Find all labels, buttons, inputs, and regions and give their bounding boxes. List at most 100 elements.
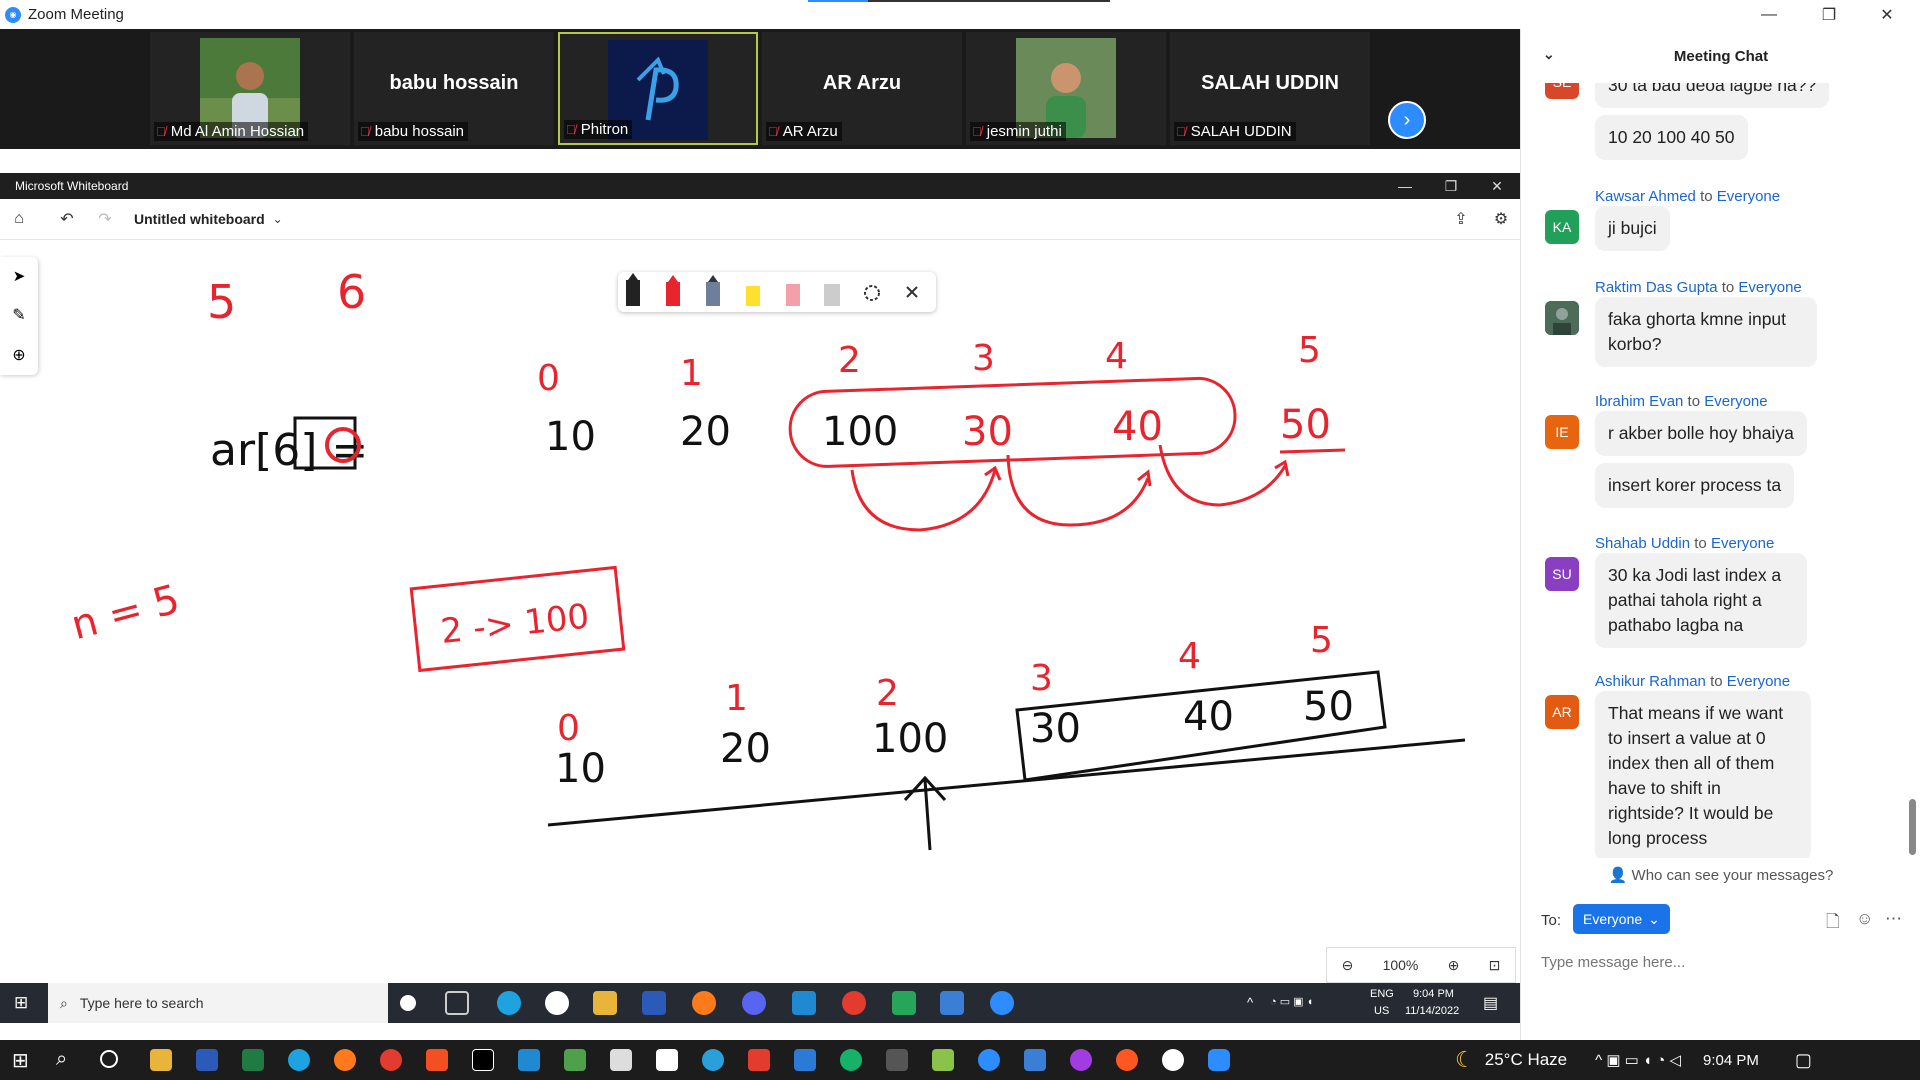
vscode-icon[interactable] — [792, 991, 816, 1015]
excel-icon[interactable] — [242, 1049, 264, 1071]
fit-screen-icon[interactable]: ⊡ — [1489, 957, 1501, 974]
sender-name[interactable]: Ashikur Rahman — [1595, 673, 1706, 690]
sender-name[interactable]: Ibrahim Evan — [1595, 393, 1683, 410]
firefox-icon[interactable] — [692, 991, 716, 1015]
windows-start-icon[interactable]: ⊞ — [12, 1048, 29, 1073]
nodejs-icon[interactable] — [564, 1049, 586, 1071]
task-view-icon[interactable] — [445, 991, 469, 1015]
undo-icon[interactable]: ↶ — [48, 200, 86, 238]
app-icon[interactable] — [892, 991, 916, 1015]
gear-icon[interactable]: ⚙ — [1482, 200, 1520, 238]
home-icon[interactable]: ⌂ — [0, 200, 38, 238]
minimize-button[interactable]: — — [1746, 0, 1792, 29]
red-pen-icon[interactable] — [666, 275, 680, 306]
collapse-chevron-icon[interactable]: ⌄ — [1543, 46, 1555, 63]
clock-date[interactable]: 11/14/2022 — [1405, 1005, 1459, 1017]
zoom-out-icon[interactable]: ⊖ — [1342, 957, 1354, 974]
participant-tile[interactable]: SALAH UDDIN 🎙̸ SALAH UDDIN — [1170, 32, 1370, 145]
notification-icon[interactable]: ▤ — [1483, 993, 1498, 1013]
chrome-icon[interactable] — [380, 1049, 402, 1071]
sender-name[interactable]: Shahab Uddin — [1595, 535, 1690, 552]
clock-time[interactable]: 9:04 PM — [1413, 988, 1454, 1000]
pen-icon[interactable]: ✎ — [12, 305, 25, 325]
app-icon[interactable] — [978, 1049, 1000, 1071]
firefox-icon[interactable] — [334, 1049, 356, 1071]
participant-tile[interactable]: 🎙̸ jesmin juthi — [966, 32, 1166, 145]
region-indicator[interactable]: US — [1374, 1005, 1389, 1017]
recipient-select[interactable]: Everyone ⌄ — [1573, 904, 1670, 934]
black-pen-icon[interactable] — [626, 273, 640, 306]
sender-name[interactable]: Raktim Das Gupta — [1595, 279, 1718, 296]
notification-icon[interactable]: ▢ — [1795, 1050, 1812, 1071]
ruler-icon[interactable] — [824, 284, 840, 306]
telegram-icon[interactable] — [702, 1049, 724, 1071]
edge-icon[interactable] — [288, 1049, 310, 1071]
wb-restore-button[interactable]: ❐ — [1428, 173, 1474, 199]
participant-tile-active-speaker[interactable]: 🎙̸ Phitron — [558, 32, 758, 145]
visibility-note[interactable]: 👤 Who can see your messages? — [1521, 866, 1920, 884]
app-icon[interactable] — [426, 1049, 448, 1071]
chat-scrollbar[interactable] — [1909, 799, 1916, 855]
notion-icon[interactable] — [656, 1049, 678, 1071]
file-icon[interactable]: 🗋 — [1826, 909, 1840, 938]
weather-text[interactable]: 25°C Haze — [1485, 1050, 1567, 1070]
git-icon[interactable] — [610, 1049, 632, 1071]
wb-minimize-button[interactable]: — — [1382, 173, 1428, 199]
windows-start-icon[interactable]: ⊞ — [14, 993, 28, 1013]
chevron-down-icon[interactable]: ⌄ — [273, 212, 283, 226]
app-icon[interactable] — [932, 1049, 954, 1071]
blue-pen-icon[interactable] — [706, 275, 720, 306]
zoom-icon[interactable] — [1208, 1049, 1230, 1071]
participant-tile[interactable]: babu hossain 🎙̸ babu hossain — [354, 32, 554, 145]
tray-chevron-icon[interactable]: ^ — [1247, 995, 1253, 1010]
sender-name[interactable]: Kawsar Ahmed — [1595, 188, 1696, 205]
language-indicator[interactable]: ENG — [1370, 988, 1394, 1000]
participant-tile[interactable]: AR Arzu 🎙̸ AR Arzu — [762, 32, 962, 145]
redo-icon[interactable]: ↷ — [86, 200, 124, 238]
whiteboard-doc-title[interactable]: Untitled whiteboard — [134, 211, 265, 227]
wb-close-button[interactable]: ✕ — [1474, 173, 1520, 199]
word-icon[interactable] — [196, 1049, 218, 1071]
app-icon[interactable] — [545, 991, 569, 1015]
whiteboard-icon[interactable] — [940, 991, 964, 1015]
zoom-icon[interactable] — [990, 991, 1014, 1015]
chat-message-list[interactable]: SE 30 ta bad deoa lagbe na?? 10 20 100 4… — [1521, 83, 1920, 858]
highlighter-icon[interactable] — [746, 286, 760, 306]
cortana-icon[interactable] — [400, 995, 416, 1011]
vscode-icon[interactable] — [518, 1049, 540, 1071]
more-icon[interactable]: ⋯ — [1885, 909, 1902, 929]
share-icon[interactable]: ⇪ — [1442, 200, 1480, 238]
app-icon[interactable] — [1162, 1049, 1184, 1071]
messenger-icon[interactable] — [1070, 1049, 1092, 1071]
file-explorer-icon[interactable] — [593, 991, 617, 1015]
message-input[interactable] — [1541, 948, 1901, 976]
chrome-icon[interactable] — [842, 991, 866, 1015]
app-icon[interactable] — [748, 1049, 770, 1071]
word-icon[interactable] — [642, 991, 666, 1015]
close-icon[interactable] — [906, 286, 918, 298]
close-button[interactable]: ✕ — [1864, 0, 1910, 29]
pycharm-icon[interactable] — [472, 1049, 494, 1071]
app-icon[interactable] — [1116, 1049, 1138, 1071]
eraser-icon[interactable] — [786, 284, 800, 306]
edge-icon[interactable] — [497, 991, 521, 1015]
add-circle-icon[interactable]: ⊕ — [12, 345, 25, 365]
grammarly-icon[interactable] — [840, 1049, 862, 1071]
emoji-icon[interactable]: ☺ — [1856, 909, 1873, 929]
next-page-button[interactable]: › — [1388, 101, 1426, 139]
discord-icon[interactable] — [742, 991, 766, 1015]
participant-tile[interactable]: 🎙̸ Md Al Amin Hossian — [150, 32, 350, 145]
select-cursor-icon[interactable]: ➤ — [13, 267, 26, 285]
maps-icon[interactable] — [1024, 1049, 1046, 1071]
whiteboard-canvas[interactable]: 5 6 0 1 2 3 4 5 ar[6] = 10 20 100 30 40 … — [0, 240, 1520, 983]
restore-button[interactable]: ❐ — [1806, 0, 1852, 29]
cortana-icon[interactable] — [100, 1050, 118, 1068]
search-icon[interactable]: ⌕ — [56, 1048, 67, 1071]
zoom-in-icon[interactable]: ⊕ — [1448, 957, 1460, 974]
file-explorer-icon[interactable] — [150, 1049, 172, 1071]
lasso-icon[interactable] — [864, 285, 880, 301]
taskbar-search-box[interactable]: ⌕ Type here to search — [48, 983, 388, 1023]
terminal-icon[interactable] — [886, 1049, 908, 1071]
clock-time[interactable]: 9:04 PM — [1703, 1052, 1759, 1069]
calendar-icon[interactable] — [794, 1049, 816, 1071]
